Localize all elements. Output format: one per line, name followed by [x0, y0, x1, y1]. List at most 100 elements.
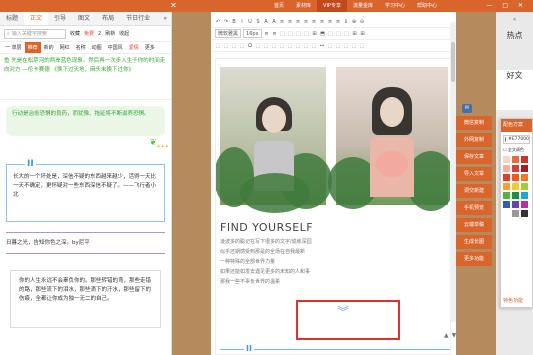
tab-body[interactable]: 正文	[24, 12, 49, 25]
tb2-tool-icon[interactable]: ⬚	[288, 31, 294, 37]
template-item[interactable]: 鱼 先是在松萨河的两岸蓝色现象。然后再一次步入生于你的时间走向对方 —伦卡赛德 …	[0, 54, 171, 100]
tb2-tool-icon[interactable]: ⬚	[328, 31, 334, 37]
editor-canvas[interactable]: FIND YOURSELF 凌波多的聪记在写下很多的文字/成练深园 似乎还期感受…	[215, 58, 451, 355]
color-swatch[interactable]	[503, 174, 510, 181]
long-image-button[interactable]: 生成长图	[456, 235, 492, 249]
illustration-girl-with-bird[interactable]	[216, 67, 332, 213]
subtab-chinese[interactable]: 中国风	[105, 42, 126, 53]
color-swatch[interactable]	[512, 165, 519, 172]
tb3-tool-icon[interactable]: ⬚	[215, 43, 221, 49]
color-swatch[interactable]	[503, 156, 510, 163]
tb1-tool-icon[interactable]: A	[271, 19, 277, 25]
color-swatch[interactable]	[503, 201, 510, 208]
tb1-tool-icon[interactable]: ≡	[335, 19, 341, 25]
color-swatch[interactable]	[503, 165, 510, 172]
subtab-love[interactable]: 爱情	[126, 42, 142, 53]
subtab-new[interactable]: 新的	[41, 42, 57, 53]
tb3-tool-icon[interactable]: ⬚	[351, 43, 357, 49]
mobile-preview-button[interactable]: 手机预览	[456, 201, 492, 215]
color-swatch[interactable]	[521, 192, 528, 199]
cloud-draft-button[interactable]: 云端草稿	[456, 218, 492, 232]
tb1-tool-icon[interactable]: ≡	[319, 19, 325, 25]
color-swatch[interactable]	[521, 156, 528, 163]
refresh-link[interactable]: 刷新	[105, 30, 115, 37]
color-swatch[interactable]	[521, 174, 528, 181]
subtab-more[interactable]: 更多	[142, 42, 158, 53]
page-down-icon[interactable]: ▼	[452, 332, 457, 339]
tb3-tool-icon[interactable]: ⬚	[311, 43, 317, 49]
import-article-button[interactable]: 导入文章	[456, 167, 492, 181]
tab-image-text[interactable]: 图文	[72, 12, 96, 25]
nav-home[interactable]: 首页	[268, 0, 290, 12]
tb3-tool-icon[interactable]: ⬚	[255, 43, 261, 49]
tb3-tool-icon[interactable]: ⬚	[295, 43, 301, 49]
subtab-recommended[interactable]: 推荐	[24, 42, 41, 53]
tb1-tool-icon[interactable]: I	[239, 19, 245, 25]
color-swatch[interactable]	[512, 183, 519, 190]
article-headline[interactable]: FIND YOURSELF	[220, 221, 313, 234]
wechat-copy-button[interactable]: 微信复制	[456, 116, 492, 130]
new-article-button[interactable]: 调交新建	[456, 184, 492, 198]
free-link[interactable]: 免费	[84, 30, 94, 37]
tb3-tool-icon[interactable]: ⬚	[327, 43, 333, 49]
tb1-tool-icon[interactable]: A	[263, 19, 269, 25]
tab-layout[interactable]: 布局	[96, 12, 120, 25]
tb2-tool-icon[interactable]: ≡	[272, 31, 278, 37]
template-item[interactable]: II 长大的一个坏处是，深信不疑的东西越来越少，活得一天比一天不确定，更怀疑对一…	[6, 159, 165, 222]
tb3-tool-icon[interactable]: ⬚	[231, 43, 237, 49]
tb3-tool-icon[interactable]: ⬚	[359, 43, 365, 49]
window-controls[interactable]: — □ ✕	[486, 0, 527, 12]
tb3-tool-icon[interactable]: ⬚	[343, 43, 349, 49]
tb2-tool-icon[interactable]: ⊞	[360, 31, 366, 37]
nav-materials[interactable]: 素材库	[290, 0, 317, 12]
favorites-link[interactable]: 收藏	[70, 30, 80, 37]
featured-functions-label[interactable]: 特色功能	[503, 297, 523, 304]
tb2-tool-icon[interactable]: ⊞	[312, 31, 318, 37]
illustration-girl-with-flowers[interactable]	[328, 67, 450, 211]
tb1-tool-icon[interactable]: U	[247, 19, 253, 25]
tb1-tool-icon[interactable]: ≡	[287, 19, 293, 25]
color-swatch[interactable]	[521, 183, 528, 190]
tb2-tool-icon[interactable]: ⬚	[296, 31, 302, 37]
tab-title[interactable]: 标题	[0, 12, 24, 25]
collapse-icon[interactable]: «	[496, 16, 533, 23]
external-copy-button[interactable]: 外网复制	[456, 133, 492, 147]
tb1-tool-icon[interactable]: ↶	[215, 19, 221, 25]
tb3-tool-icon[interactable]: ⬚	[335, 43, 341, 49]
nav-vip[interactable]: VIP专享	[317, 0, 347, 12]
tb3-tool-icon[interactable]: ⬚	[271, 43, 277, 49]
tb2-tool-icon[interactable]: ≡	[264, 31, 270, 37]
color-swatch[interactable]	[512, 174, 519, 181]
message-icon[interactable]: ✉	[462, 104, 472, 113]
color-swatch[interactable]	[503, 192, 510, 199]
tab-hot[interactable]: 热点	[496, 30, 533, 64]
tb3-tool-icon[interactable]: ⬚	[287, 43, 293, 49]
tab-good-articles[interactable]: 好文	[496, 70, 533, 110]
template-item[interactable]: 行动是治愈恐惧的良药，而犹豫、拖延将不断滋养恐惧。	[6, 106, 165, 136]
color-swatch[interactable]	[512, 156, 519, 163]
tb2-tool-icon[interactable]: 16px	[243, 29, 262, 38]
tb2-tool-icon[interactable]: ⬚	[304, 31, 310, 37]
template-item[interactable]: 日暮之光，告知你色之深。by尼平	[6, 232, 165, 254]
subtab-trendy[interactable]: 网红	[57, 42, 73, 53]
color-swatch[interactable]	[521, 165, 528, 172]
tb1-tool-icon[interactable]: ⊖	[359, 19, 365, 25]
tb3-tool-icon[interactable]: Ω	[247, 43, 253, 49]
tb1-tool-icon[interactable]: ≡	[311, 19, 317, 25]
subtab-name[interactable]: 名称	[73, 42, 89, 53]
tb3-tool-icon[interactable]: ⬚	[239, 43, 245, 49]
tb1-tool-icon[interactable]: ↷	[223, 19, 229, 25]
tb3-tool-icon[interactable]: ⬚	[303, 43, 309, 49]
tb2-tool-icon[interactable]: ⬚	[344, 31, 350, 37]
tb1-tool-icon[interactable]: ≡	[295, 19, 301, 25]
tab-festival[interactable]: 节日行业	[120, 12, 156, 25]
subtab-single[interactable]: 一 单层	[2, 42, 25, 53]
tabs-more-icon[interactable]: »	[159, 12, 171, 25]
tb2-tool-icon[interactable]: 微软雅黑	[215, 29, 242, 38]
scrollbar-thumb[interactable]	[451, 42, 455, 82]
tb1-tool-icon[interactable]: ⊕	[351, 19, 357, 25]
color-swatch[interactable]	[503, 183, 510, 190]
tb1-tool-icon[interactable]: ≡	[303, 19, 309, 25]
nav-learning[interactable]: 学习中心	[379, 0, 411, 12]
color-swatch[interactable]	[512, 210, 519, 217]
